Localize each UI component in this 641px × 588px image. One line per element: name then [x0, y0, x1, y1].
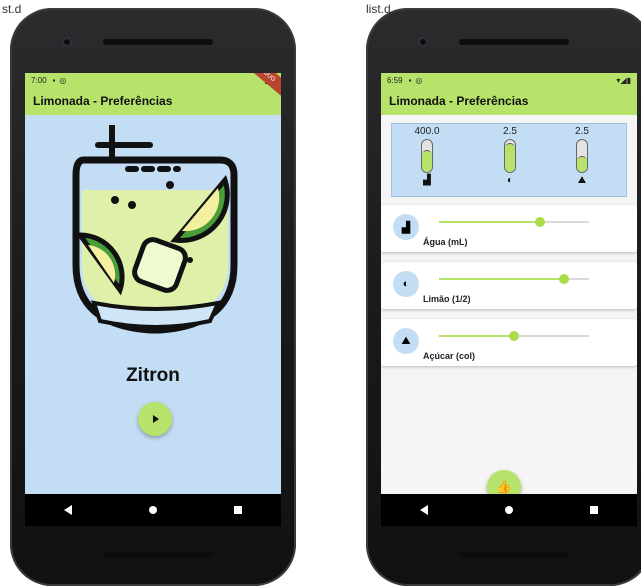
- app-title: Limonada - Preferências: [389, 94, 529, 108]
- status-time: 6:59: [387, 75, 403, 85]
- summary-panel: 400.0 ▟ 2.5 ◐ 2.5 ⛰: [391, 123, 627, 197]
- slider-thumb[interactable]: [558, 274, 569, 284]
- preference-label: Água (mL): [423, 237, 468, 247]
- cup-icon: ▟: [423, 175, 431, 186]
- cup-icon: ▟: [393, 214, 419, 240]
- lemon-icon: ◐: [393, 271, 419, 297]
- preference-label: Limão (1/2): [423, 294, 471, 304]
- android-nav-bar: [381, 494, 637, 526]
- sugar-icon: ⛰: [577, 175, 587, 186]
- bottom-speaker: [459, 552, 569, 558]
- recents-icon[interactable]: [590, 506, 599, 514]
- sim-icon: ▪: [408, 75, 412, 85]
- phone-frame-left: 7:00 ▪ ◎ ◢▮ DEBUG Limonada - Preferência…: [10, 8, 296, 586]
- preferences-view: 400.0 ▟ 2.5 ◐ 2.5 ⛰ ▟ Água (mL) ◐ Limão …: [381, 115, 637, 504]
- app-bar: Limonada - Preferências: [25, 87, 281, 115]
- gauge-water: 400.0 ▟: [407, 126, 447, 186]
- lemon-icon: ◐: [506, 175, 514, 186]
- thumbs-up-icon: 👍: [495, 479, 513, 494]
- gauge-value: 2.5: [575, 126, 589, 137]
- recents-icon[interactable]: [234, 506, 243, 514]
- gauge-fill: [422, 149, 432, 172]
- slider-active-track: [439, 221, 540, 223]
- gauge-value: 400.0: [414, 126, 440, 137]
- back-icon[interactable]: [63, 505, 72, 515]
- slider-active-track: [439, 278, 564, 280]
- camera: [62, 37, 72, 47]
- notification-icon: ◎: [59, 75, 67, 85]
- slider-active-track: [439, 335, 514, 337]
- gauge-tube: [576, 139, 588, 173]
- preference-card-sugar: ⛰ Açúcar (col): [381, 319, 637, 366]
- gauge-fill: [505, 143, 515, 172]
- preference-label: Açúcar (col): [423, 351, 476, 361]
- gauge-fill: [577, 156, 587, 172]
- phone-screen-right: 6:59 ▪ ◎ ▾◢▮ Limonada - Preferências 400…: [381, 73, 637, 526]
- play-icon: [153, 415, 159, 423]
- home-icon[interactable]: [148, 506, 157, 514]
- slider-thumb[interactable]: [509, 331, 519, 341]
- water-slider[interactable]: [439, 217, 589, 227]
- home-icon[interactable]: [504, 506, 513, 514]
- status-bar: 6:59 ▪ ◎ ▾◢▮: [381, 73, 637, 87]
- preference-card-water: ▟ Água (mL): [381, 205, 637, 252]
- gauge-value: 2.5: [503, 126, 517, 137]
- sugar-slider[interactable]: [439, 331, 589, 341]
- lemon-slider[interactable]: [439, 274, 589, 284]
- gauge-lemon: 2.5 ◐: [490, 126, 530, 186]
- partial-window-title: st.d: [2, 2, 22, 16]
- notification-icon: ◎: [415, 75, 423, 85]
- app-bar: Limonada - Preferências: [381, 87, 637, 115]
- signal-battery-icons: ▾◢▮: [616, 75, 631, 85]
- gauge-tube: [421, 139, 433, 173]
- gauge-sugar: 2.5 ⛰: [562, 126, 602, 186]
- slider-thumb[interactable]: [534, 217, 545, 227]
- product-view: Zitron: [25, 115, 281, 494]
- sugar-icon: ⛰: [393, 328, 419, 354]
- status-time: 7:00: [31, 75, 47, 85]
- sim-icon: ▪: [52, 75, 56, 85]
- camera: [418, 37, 428, 47]
- earpiece-speaker: [103, 39, 213, 45]
- preference-card-lemon: ◐ Limão (1/2): [381, 262, 637, 309]
- status-bar: 7:00 ▪ ◎ ◢▮ DEBUG: [25, 73, 281, 102]
- play-button[interactable]: [138, 402, 172, 436]
- earpiece-speaker: [459, 39, 569, 45]
- product-name: Zitron: [126, 365, 180, 386]
- back-icon[interactable]: [419, 505, 428, 515]
- phone-frame-right: 6:59 ▪ ◎ ▾◢▮ Limonada - Preferências 400…: [366, 8, 641, 586]
- app-title: Limonada - Preferências: [33, 94, 173, 108]
- phone-screen-left: 7:00 ▪ ◎ ◢▮ DEBUG Limonada - Preferência…: [25, 73, 281, 526]
- lemonade-glass-icon: [70, 122, 242, 350]
- bottom-speaker: [103, 552, 213, 558]
- android-nav-bar: [25, 494, 281, 526]
- gauge-tube: [504, 139, 516, 173]
